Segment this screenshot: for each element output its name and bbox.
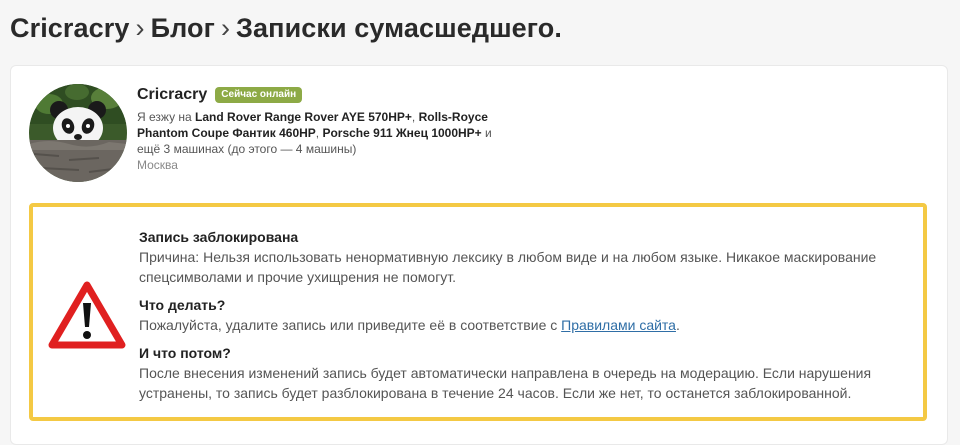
what-to-do-title: Что делать?	[139, 297, 226, 313]
blog-card: Cricracry Сейчас онлайн Я езжу на Land R…	[10, 65, 948, 445]
car-link-porsche[interactable]: Porsche 911 Жнец 1000HP+	[322, 126, 481, 140]
cars-comma: ,	[411, 110, 419, 124]
what-to-do-text: Пожалуйста, удалите запись или приведите…	[139, 315, 879, 335]
user-info: Cricracry Сейчас онлайн Я езжу на Land R…	[137, 85, 497, 173]
blocked-reason: Причина: Нельзя использовать ненормативн…	[139, 249, 877, 285]
page-title: Записки сумасшедшего.	[236, 13, 562, 43]
blocked-notice: Запись заблокирована Причина: Нельзя исп…	[29, 203, 927, 421]
breadcrumb-separator: ›	[135, 13, 145, 43]
breadcrumb-separator: ›	[220, 13, 231, 43]
blocked-title: Запись заблокирована	[139, 229, 299, 245]
then-text: После внесения изменений запись будет ав…	[139, 365, 872, 401]
user-cars: Я езжу на Land Rover Range Rover AYE 570…	[137, 109, 497, 157]
warning-triangle-icon	[47, 279, 127, 351]
what-to-do-text-after: .	[675, 317, 680, 333]
blocked-text: Запись заблокирована Причина: Нельзя исп…	[139, 227, 879, 403]
avatar[interactable]	[29, 84, 127, 182]
user-name[interactable]: Cricracry	[137, 86, 207, 104]
cars-prefix: Я езжу на	[137, 110, 196, 124]
rules-link[interactable]: Правилами сайта	[561, 317, 676, 333]
then-title: И что потом?	[139, 345, 231, 361]
breadcrumb-blog[interactable]: Блог	[151, 13, 215, 43]
car-link-range-rover[interactable]: Land Rover Range Rover AYE 570HP+	[195, 110, 412, 124]
user-city: Москва	[137, 158, 178, 172]
breadcrumb-user[interactable]: Cricracry	[10, 13, 130, 43]
online-badge: Сейчас онлайн	[215, 87, 303, 103]
panda-avatar-icon	[29, 84, 127, 182]
breadcrumb: Cricracry › Блог › Записки сумасшедшего.	[10, 13, 562, 44]
what-to-do-text-before: Пожалуйста, удалите запись или приведите…	[139, 317, 562, 333]
